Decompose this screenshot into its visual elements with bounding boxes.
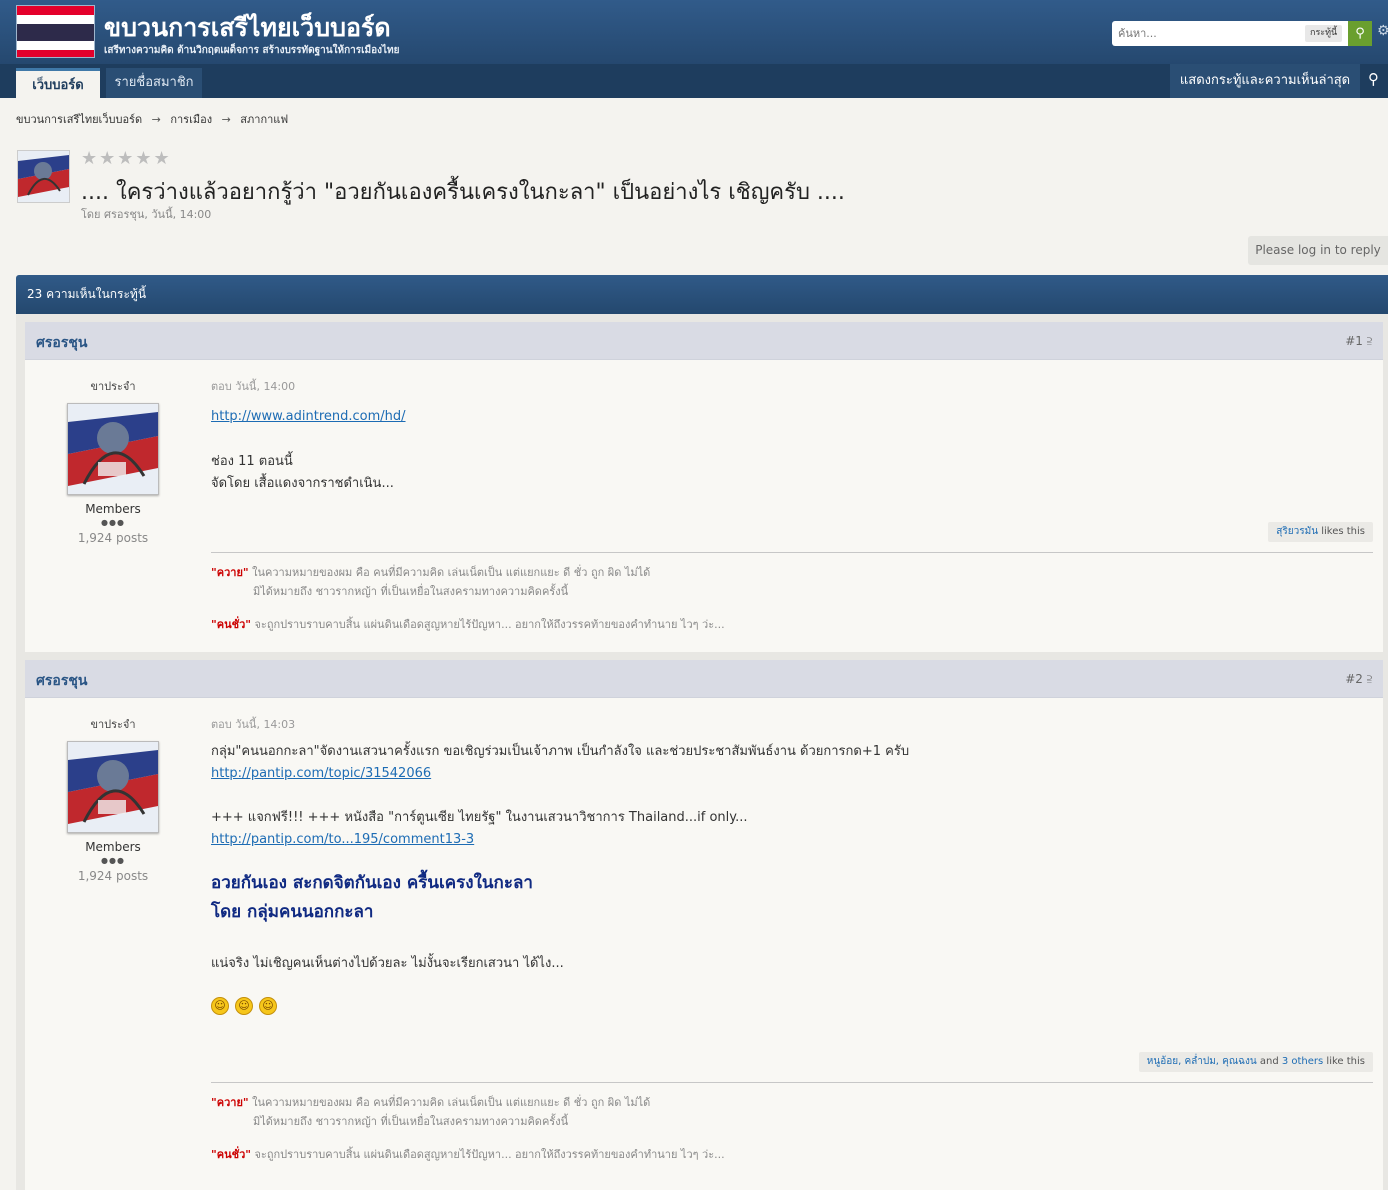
rank-pips: ●●● — [101, 856, 125, 865]
post-line: กลุ่ม"คนนอกกะลา"จัดงานเสวนาครั้งแรก ขอเช… — [211, 744, 910, 759]
sig-text: จะถูกปราบราบคาบสิ้น แผ่นดินเดือดสูญหายไร… — [250, 618, 725, 631]
gear-icon[interactable]: ⚙ — [1377, 23, 1388, 39]
search-input[interactable] — [1112, 21, 1304, 46]
grin-emoticon-icon: ☺ — [259, 997, 277, 1015]
post-1: ศรอรชุน #1 ⫆ ขาประจำ Members ●●● 1,924 p… — [25, 322, 1383, 652]
site-tagline: เสรีทางความคิด ต้านวิกฤตเผด็จการ สร้างบร… — [104, 45, 400, 56]
search-box: กระทู้นี้ ⚲ — [1112, 21, 1372, 46]
latest-content-link[interactable]: แสดงกระทู้และความเห็นล่าสุด — [1170, 64, 1360, 98]
post-line: จัดโดย เสื้อแดงจากราชดำเนิน... — [211, 476, 394, 491]
avatar[interactable] — [67, 741, 159, 833]
likes-suffix: like this — [1323, 1056, 1365, 1067]
likes-info: หนูอ้อย, คล่ำปม, คุณฉงน and 3 others lik… — [1138, 1052, 1373, 1072]
post-link[interactable]: http://pantip.com/topic/31542066 — [211, 766, 431, 781]
post-number[interactable]: #2 — [1345, 672, 1363, 686]
sig-text: มิได้หมายถึง ชาวรากหญ้า ที่เป็นเหยื่อในส… — [253, 1115, 569, 1128]
tab-members[interactable]: รายชื่อสมาชิก — [106, 68, 202, 98]
thai-flag-logo[interactable] — [16, 5, 95, 58]
likes-suffix: likes this — [1318, 526, 1365, 537]
post-header: ศรอรชุน #2 ⫆ — [25, 660, 1383, 698]
site-header: ขบวนการเสรีไทยเว็บบอร์ด เสรีทางความคิด ต… — [0, 0, 1388, 64]
user-group: Members — [85, 502, 141, 516]
user-rank: ขาประจำ — [90, 718, 136, 731]
sig-text: ในความหมายของผม คือ คนที่มีความคิด เล่นเ… — [248, 566, 651, 579]
breadcrumb: ขบวนการเสรีไทยเว็บบอร์ด → การเมือง → สภา… — [16, 110, 294, 128]
sig-label: "คนชั่ว" — [211, 1148, 251, 1161]
topic-rating-stars[interactable]: ★★★★★ — [81, 148, 172, 169]
sig-text: มิได้หมายถึง ชาวรากหญ้า ที่เป็นเหยื่อในส… — [253, 585, 569, 598]
post-content: ตอบ วันนี้, 14:03 กลุ่ม"คนนอกกะลา"จัดงาน… — [211, 715, 1371, 1015]
post-author[interactable]: ศรอรชุน — [36, 670, 87, 692]
post-line: +++ แจกฟรี!!! +++ หนังสือ "การ์ตูนเซีย ไ… — [211, 810, 748, 825]
grin-emoticon-icon: ☺ — [235, 997, 253, 1015]
author-info: ขาประจำ Members ●●● 1,924 posts — [25, 377, 201, 545]
liker-links[interactable]: หนูอ้อย, คล่ำปม, คุณฉงน — [1147, 1056, 1257, 1067]
likes-and: and — [1256, 1056, 1282, 1067]
post-line: ช่อง 11 ตอนนี้ — [211, 454, 293, 469]
comment-count-bar: 23 ความเห็นในกระทู้นี้ — [16, 275, 1388, 314]
post-line: แน่จริง ไม่เชิญคนเห็นต่างไปด้วยละ ไม่งั้… — [211, 956, 564, 971]
post-heading: โดย กลุ่มคนนอกกะลา — [211, 902, 374, 922]
likes-info: สุริยวรมัน likes this — [1268, 522, 1373, 542]
grin-emoticon-icon: ☺ — [211, 997, 229, 1015]
post-link[interactable]: http://pantip.com/to...195/comment13-3 — [211, 832, 474, 847]
share-icon[interactable]: ⫆ — [1367, 334, 1372, 348]
search-icon[interactable]: ⚲ — [1348, 21, 1372, 46]
user-group: Members — [85, 840, 141, 854]
post-link[interactable]: http://www.adintrend.com/hd/ — [211, 409, 406, 424]
emoticons: ☺ ☺ ☺ — [211, 997, 1371, 1015]
post-date[interactable]: ตอบ วันนี้, 14:00 — [211, 377, 1371, 395]
search-scope-selector[interactable]: กระทู้นี้ — [1305, 25, 1343, 42]
post-2: ศรอรชุน #2 ⫆ ขาประจำ Members ●●● 1,924 p… — [25, 660, 1383, 1190]
liker-link[interactable]: สุริยวรมัน — [1276, 526, 1318, 537]
post-heading: อวยกันเอง สะกดจิตกันเอง ครื้นเครงในกะลา — [211, 873, 533, 893]
signature: "ควาย" ในความหมายของผม คือ คนที่มีความคิ… — [211, 552, 1373, 633]
post-number[interactable]: #1 — [1345, 334, 1363, 348]
signature: "ควาย" ในความหมายของผม คือ คนที่มีความคิ… — [211, 1082, 1373, 1163]
sig-label: "ควาย" — [211, 1096, 249, 1109]
post-content: ตอบ วันนี้, 14:00 http://www.adintrend.c… — [211, 377, 1371, 495]
user-rank: ขาประจำ — [90, 380, 136, 393]
post-number-share[interactable]: #2 ⫆ — [1345, 672, 1372, 687]
post-number-share[interactable]: #1 ⫆ — [1345, 334, 1372, 349]
topic-starter-avatar[interactable] — [17, 150, 70, 203]
sig-label: "ควาย" — [211, 566, 249, 579]
avatar[interactable] — [67, 403, 159, 495]
main-nav: เว็บบอร์ด รายชื่อสมาชิก แสดงกระทู้และควา… — [0, 64, 1388, 98]
post-author[interactable]: ศรอรชุน — [36, 332, 87, 354]
post-date[interactable]: ตอบ วันนี้, 14:03 — [211, 715, 1371, 733]
location-pin-icon[interactable]: ⚲ — [1368, 70, 1379, 88]
topic-meta: โดย ศรอรชุน, วันนี้, 14:00 — [81, 208, 212, 221]
breadcrumb-item-home[interactable]: ขบวนการเสรีไทยเว็บบอร์ด — [16, 113, 142, 126]
topic-title: .... ใครว่างแล้วอยากรู้ว่า "อวยกันเองครื… — [81, 180, 845, 205]
login-to-reply-button[interactable]: Please log in to reply — [1248, 236, 1388, 265]
post-count: 1,924 posts — [77, 869, 149, 883]
author-info: ขาประจำ Members ●●● 1,924 posts — [25, 715, 201, 883]
sig-label: "คนชั่ว" — [211, 618, 251, 631]
rank-pips: ●●● — [101, 518, 125, 527]
site-title[interactable]: ขบวนการเสรีไทยเว็บบอร์ด — [104, 8, 391, 48]
sig-text: ในความหมายของผม คือ คนที่มีความคิด เล่นเ… — [248, 1096, 651, 1109]
breadcrumb-item-politics[interactable]: การเมือง — [170, 113, 212, 126]
post-header: ศรอรชุน #1 ⫆ — [25, 322, 1383, 360]
breadcrumb-separator: → — [151, 113, 161, 126]
tab-forums[interactable]: เว็บบอร์ด — [16, 68, 100, 98]
post-count: 1,924 posts — [77, 531, 149, 545]
likes-others-link[interactable]: 3 others — [1282, 1056, 1323, 1067]
breadcrumb-item-coffee[interactable]: สภากาแฟ — [240, 113, 288, 126]
breadcrumb-separator: → — [221, 113, 231, 126]
sig-text: จะถูกปราบราบคาบสิ้น แผ่นดินเดือดสูญหายไร… — [250, 1148, 725, 1161]
share-icon[interactable]: ⫆ — [1367, 672, 1372, 686]
